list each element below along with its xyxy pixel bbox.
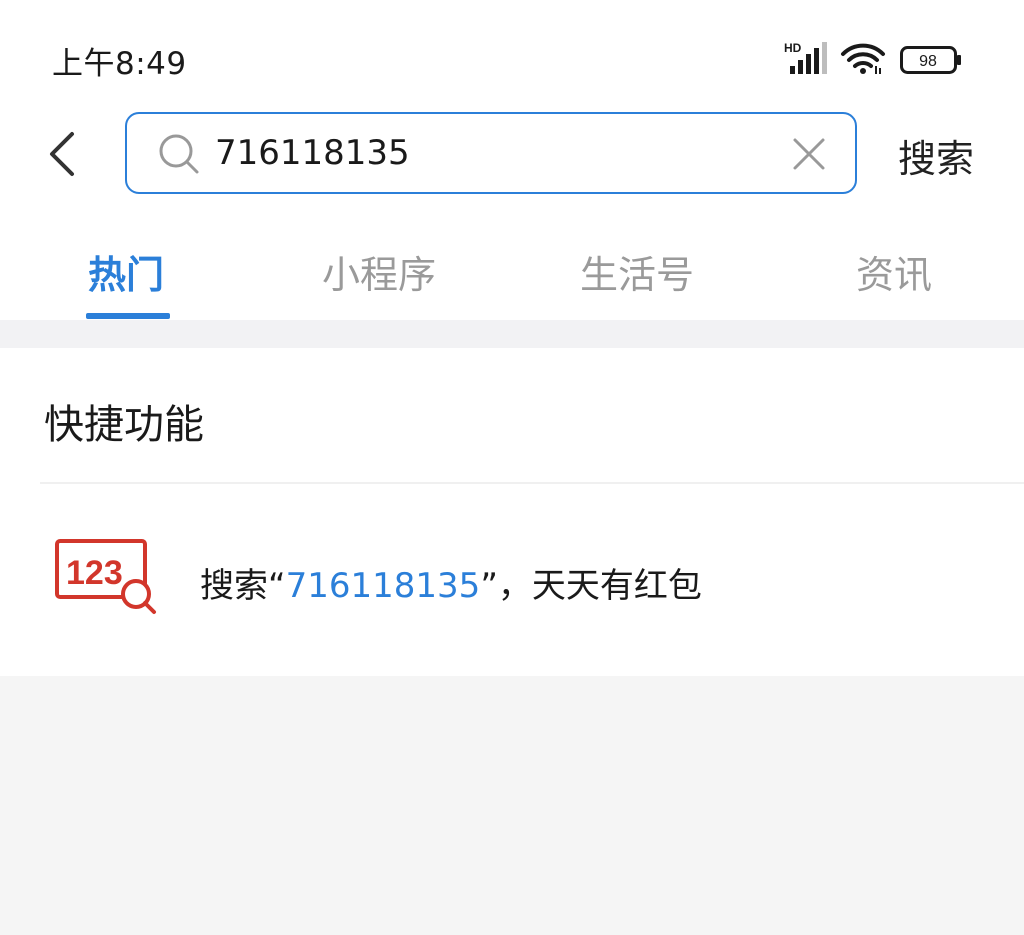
back-arrow-icon[interactable] <box>40 126 84 182</box>
search-box[interactable] <box>125 112 857 194</box>
tab-life-accounts[interactable]: 生活号 <box>580 244 694 299</box>
label-query: 716118135 <box>285 566 481 606</box>
label-suffix: ”，天天有红包 <box>480 566 702 606</box>
quick-function-item[interactable]: 123 搜索“716118135”，天天有红包 <box>0 528 1024 618</box>
section-title: 快捷功能 <box>44 402 204 448</box>
search-button[interactable]: 搜索 <box>898 128 974 183</box>
empty-area <box>0 676 1024 935</box>
battery-icon: 98 <box>900 46 961 74</box>
clear-icon[interactable] <box>789 134 829 174</box>
quick-functions-card: 快捷功能 123 搜索“716118135”，天天有红包 <box>0 348 1024 676</box>
search-icon <box>159 134 199 174</box>
icon-number-text: 123 <box>66 554 123 592</box>
network-type-label: HD <box>784 41 802 55</box>
status-icons: HD 98 <box>780 40 970 80</box>
battery-level: 98 <box>919 53 937 70</box>
wifi-icon <box>841 43 885 74</box>
tab-active-indicator <box>86 313 170 319</box>
tab-news[interactable]: 资讯 <box>856 244 932 299</box>
divider <box>40 482 1024 484</box>
status-time: 上午8:49 <box>52 46 187 82</box>
tab-hot[interactable]: 热门 <box>88 244 164 299</box>
quick-function-label: 搜索“716118135”，天天有红包 <box>200 558 702 607</box>
tab-mini-programs[interactable]: 小程序 <box>322 244 436 299</box>
search-input[interactable] <box>215 128 775 178</box>
cellular-signal-icon: HD <box>784 41 827 74</box>
label-prefix: 搜索“ <box>200 566 286 606</box>
section-gap <box>0 320 1024 348</box>
number-search-icon: 123 <box>55 539 156 614</box>
